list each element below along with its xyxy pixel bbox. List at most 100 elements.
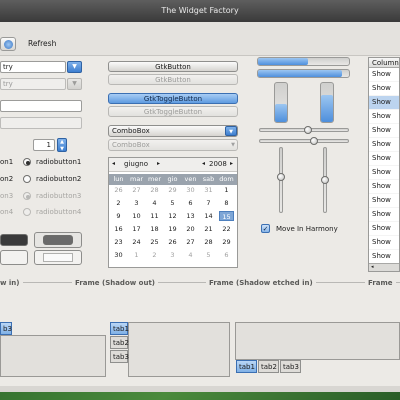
calendar-day[interactable]: 28	[147, 185, 162, 195]
gtk-button-disabled: GtkButton	[108, 74, 238, 85]
calendar-day[interactable]: 21	[201, 224, 216, 234]
calendar-day[interactable]: 3	[165, 250, 180, 260]
notebook-2-tab[interactable]: tab3	[110, 350, 129, 363]
calendar-day[interactable]: 31	[201, 185, 216, 195]
list-item[interactable]: Show	[369, 250, 399, 263]
list-item[interactable]: Show	[369, 96, 399, 110]
calendar-day[interactable]: 27	[183, 237, 198, 247]
list-item[interactable]: Show	[369, 222, 399, 236]
calendar-day[interactable]: 8	[219, 198, 234, 208]
toolbar-icon-button[interactable]	[0, 37, 16, 51]
calendar-day[interactable]: 4	[183, 250, 198, 260]
radio-button-2[interactable]	[23, 175, 31, 183]
move-in-harmony-checkbox[interactable]: ✓	[261, 224, 270, 233]
scale-vertical-2[interactable]	[321, 147, 329, 213]
list-item[interactable]: Show	[369, 124, 399, 138]
calendar-day[interactable]: 6	[183, 198, 198, 208]
calendar-day[interactable]: 12	[165, 211, 180, 221]
calendar-day[interactable]: 1	[219, 185, 234, 195]
calendar-day[interactable]: 15	[219, 211, 234, 221]
calendar-day[interactable]: 25	[147, 237, 162, 247]
notebook-1-tab[interactable]: b3	[0, 322, 12, 335]
calendar-day[interactable]: 5	[201, 250, 216, 260]
calendar-day[interactable]: 19	[165, 224, 180, 234]
notebook-3-tab[interactable]: tab1	[236, 360, 257, 373]
calendar-day[interactable]: 29	[165, 185, 180, 195]
calendar-prev-month[interactable]: ◂	[112, 160, 115, 167]
scale-knob[interactable]	[277, 173, 285, 182]
list-item[interactable]: Show	[369, 194, 399, 208]
calendar-day[interactable]: 13	[183, 211, 198, 221]
calendar-day[interactable]: 29	[219, 237, 234, 247]
list-item[interactable]: Show	[369, 180, 399, 194]
gtk-button[interactable]: GtkButton	[108, 61, 238, 72]
list-item[interactable]: Show	[369, 110, 399, 124]
notebook-3-tab[interactable]: tab3	[280, 360, 301, 373]
scale-vertical-1[interactable]	[277, 147, 285, 213]
color-swatch-dark[interactable]	[0, 234, 28, 246]
tree-view-column-header[interactable]: Column	[369, 58, 399, 68]
spin-button[interactable]: 1	[33, 139, 55, 151]
list-item[interactable]: Show	[369, 138, 399, 152]
calendar-next-year[interactable]: ▸	[230, 160, 233, 167]
calendar-day[interactable]: 4	[147, 198, 162, 208]
frame-shadow-in-label: w in)	[0, 279, 23, 287]
calendar-day[interactable]: 30	[183, 185, 198, 195]
scale-horizontal-2[interactable]	[259, 137, 349, 145]
calendar-day[interactable]: 23	[111, 237, 126, 247]
calendar-prev-year[interactable]: ◂	[202, 160, 205, 167]
list-item[interactable]: Show	[369, 208, 399, 222]
list-item[interactable]: Show	[369, 82, 399, 96]
radio-button-1[interactable]	[23, 158, 31, 166]
calendar-day[interactable]: 10	[129, 211, 144, 221]
list-item[interactable]: Show	[369, 68, 399, 82]
calendar-day[interactable]: 9	[111, 211, 126, 221]
list-item[interactable]: Show	[369, 236, 399, 250]
calendar-day[interactable]: 5	[165, 198, 180, 208]
combobox[interactable]: ComboBox ▼	[108, 125, 238, 137]
list-item[interactable]: Show	[369, 166, 399, 180]
calendar-day[interactable]: 16	[111, 224, 126, 234]
scale-knob[interactable]	[321, 176, 329, 184]
color-button-light[interactable]	[0, 250, 28, 265]
calendar-day[interactable]: 3	[129, 198, 144, 208]
calendar-day[interactable]: 7	[201, 198, 216, 208]
calendar-day[interactable]: 20	[183, 224, 198, 234]
notebook-2-tab[interactable]: tab2	[110, 336, 129, 349]
calendar-day[interactable]: 18	[147, 224, 162, 234]
calendar-day[interactable]: 26	[165, 237, 180, 247]
refresh-button[interactable]: Refresh	[28, 39, 56, 48]
calendar-day[interactable]: 26	[111, 185, 126, 195]
color-button-light-2[interactable]	[34, 250, 82, 265]
combo-entry-dropdown[interactable]: ▼	[67, 61, 82, 73]
toggle-button[interactable]: GtkToggleButton	[108, 93, 238, 104]
horizontal-scrollbar[interactable]: ◂	[369, 263, 399, 271]
calendar-day[interactable]: 27	[129, 185, 144, 195]
scale-horizontal-1[interactable]	[259, 126, 349, 134]
calendar-next-month[interactable]: ▸	[157, 160, 160, 167]
calendar-day[interactable]: 14	[201, 211, 216, 221]
calendar-day[interactable]: 2	[111, 198, 126, 208]
combo-entry[interactable]: try	[0, 61, 66, 73]
text-entry[interactable]	[0, 100, 82, 112]
scale-knob[interactable]	[309, 137, 318, 145]
calendar-day[interactable]: 2	[147, 250, 162, 260]
scale-knob[interactable]	[304, 126, 312, 134]
calendar-day[interactable]: 24	[129, 237, 144, 247]
chevron-down-icon: ▼	[72, 63, 77, 70]
notebook-3-tab[interactable]: tab2	[258, 360, 279, 373]
calendar-day[interactable]: 30	[111, 250, 126, 260]
calendar-day[interactable]: 28	[201, 237, 216, 247]
spin-stepper[interactable]: ▲ ▼	[57, 138, 67, 152]
calendar-day[interactable]: 17	[129, 224, 144, 234]
progress-fill	[258, 70, 342, 77]
title-bar[interactable]: The Widget Factory	[0, 0, 400, 22]
calendar-day[interactable]: 1	[129, 250, 144, 260]
color-button-mid[interactable]	[34, 232, 82, 248]
list-item[interactable]: Show	[369, 152, 399, 166]
column-header-label: Column	[372, 59, 399, 67]
notebook-2-tab[interactable]: tab1	[110, 322, 129, 335]
calendar-day[interactable]: 11	[147, 211, 162, 221]
calendar-day[interactable]: 22	[219, 224, 234, 234]
calendar-day[interactable]: 6	[219, 250, 234, 260]
